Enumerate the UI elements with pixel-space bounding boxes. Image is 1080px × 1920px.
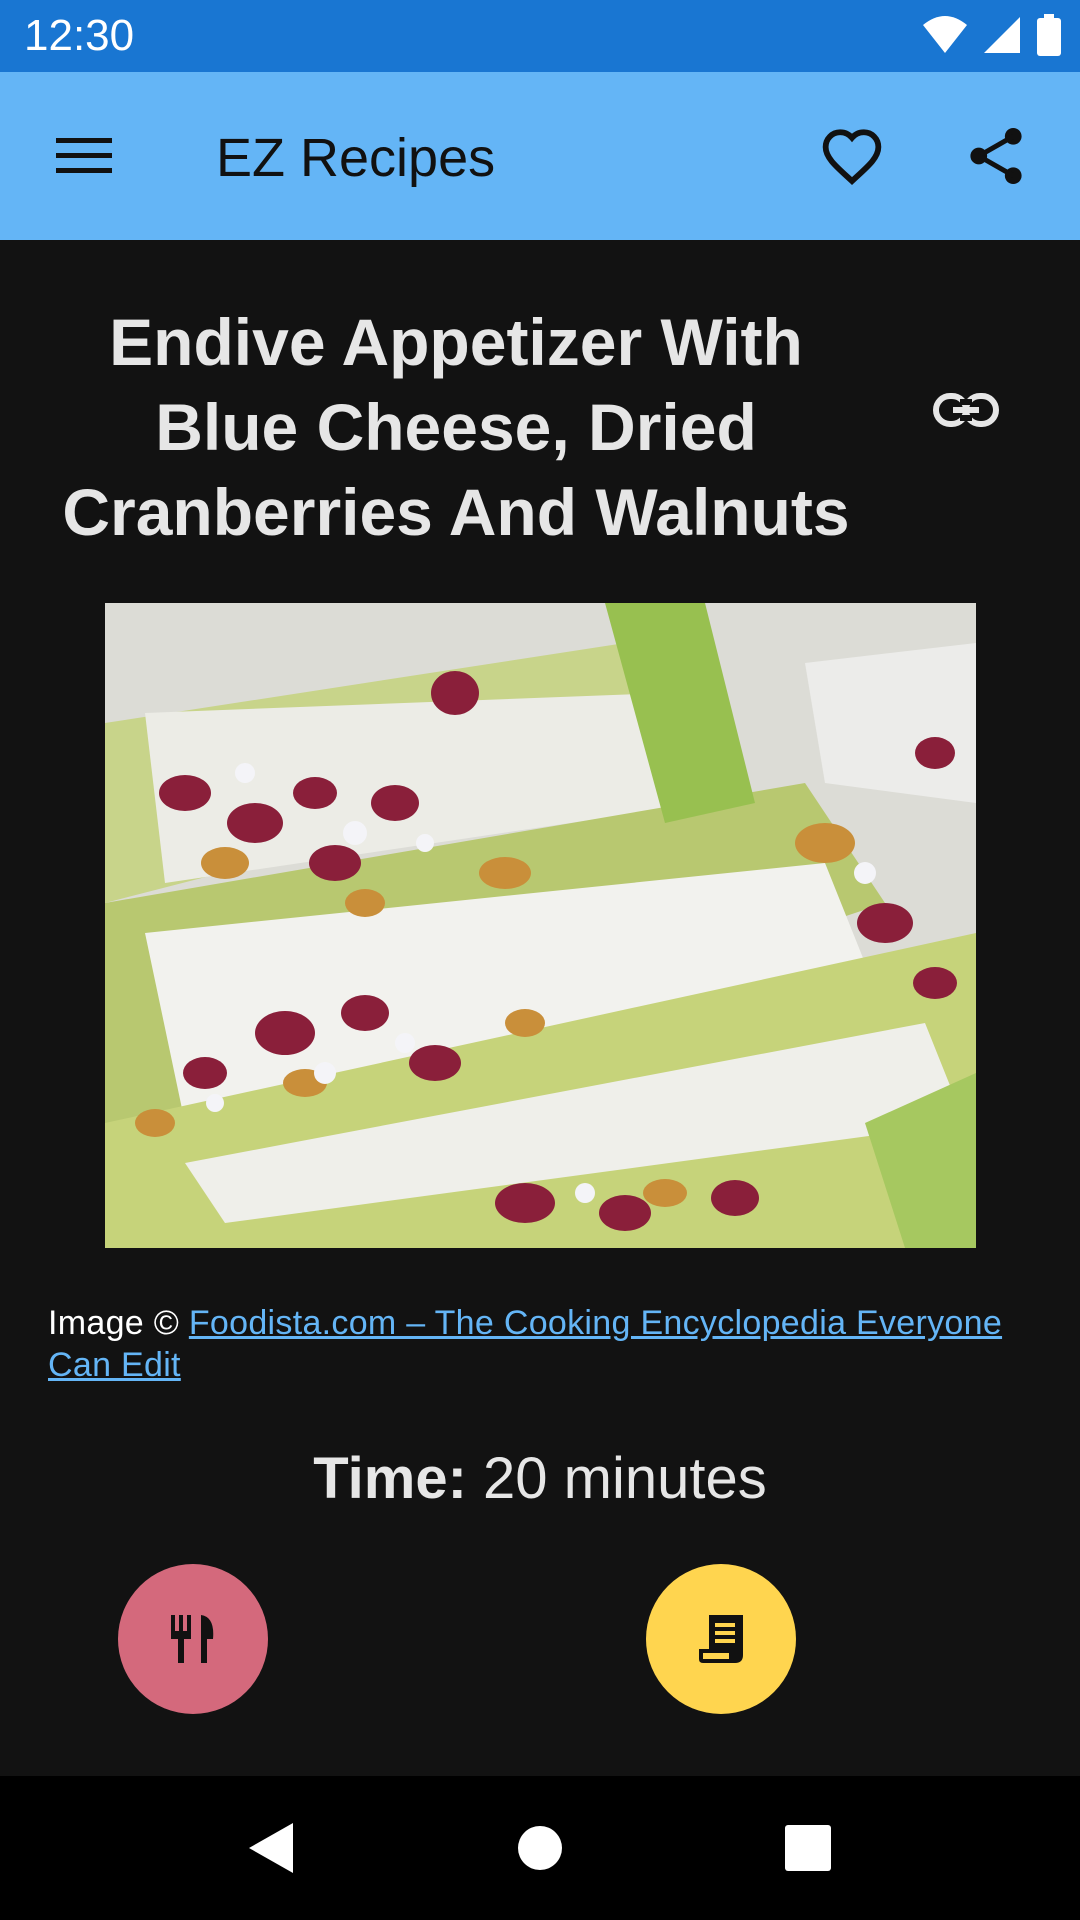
recipe-photo: [105, 603, 976, 1248]
share-icon: [970, 127, 1022, 185]
link-icon: [933, 393, 999, 427]
status-icons: [922, 14, 1062, 56]
copy-link-button[interactable]: [918, 370, 1014, 450]
share-button[interactable]: [952, 112, 1040, 200]
recipe-title: Endive Appetizer With Blue Cheese, Dried…: [62, 305, 850, 549]
navigation-bar: [0, 1776, 1080, 1920]
time-label: Time:: [313, 1446, 467, 1511]
favorite-button[interactable]: [808, 112, 896, 200]
time-value: 20 minutes: [483, 1446, 767, 1511]
utensils-icon: [171, 1615, 214, 1663]
wifi-icon: [923, 16, 967, 53]
back-icon: [249, 1823, 293, 1873]
recipe-time: Time: 20 minutes: [0, 1444, 1080, 1514]
app-title: EZ Recipes: [216, 128, 496, 188]
menu-icon: [56, 138, 112, 173]
receipt-icon: [699, 1615, 743, 1663]
battery-icon: [1037, 14, 1061, 56]
signal-icon: [984, 17, 1020, 53]
ingredients-button[interactable]: [118, 1564, 268, 1714]
status-time: 12:30: [24, 11, 135, 60]
image-credit-prefix: Image ©: [48, 1304, 189, 1342]
menu-button[interactable]: [40, 112, 128, 200]
app-bar: EZ Recipes: [0, 72, 1080, 240]
heart-outline-icon: [822, 129, 882, 185]
nav-recents-button[interactable]: [766, 1806, 850, 1890]
steps-button[interactable]: [646, 1564, 796, 1714]
recipe-image: [105, 603, 976, 1248]
status-bar: 12:30: [0, 0, 1080, 72]
recents-icon: [785, 1825, 831, 1871]
nav-back-button[interactable]: [230, 1806, 314, 1890]
image-credit-link[interactable]: Foodista.com – The Cooking Encyclopedia …: [48, 1304, 1002, 1384]
image-credit: Image © Foodista.com – The Cooking Encyc…: [48, 1302, 1008, 1386]
nav-home-button[interactable]: [498, 1806, 582, 1890]
home-icon: [518, 1826, 562, 1870]
